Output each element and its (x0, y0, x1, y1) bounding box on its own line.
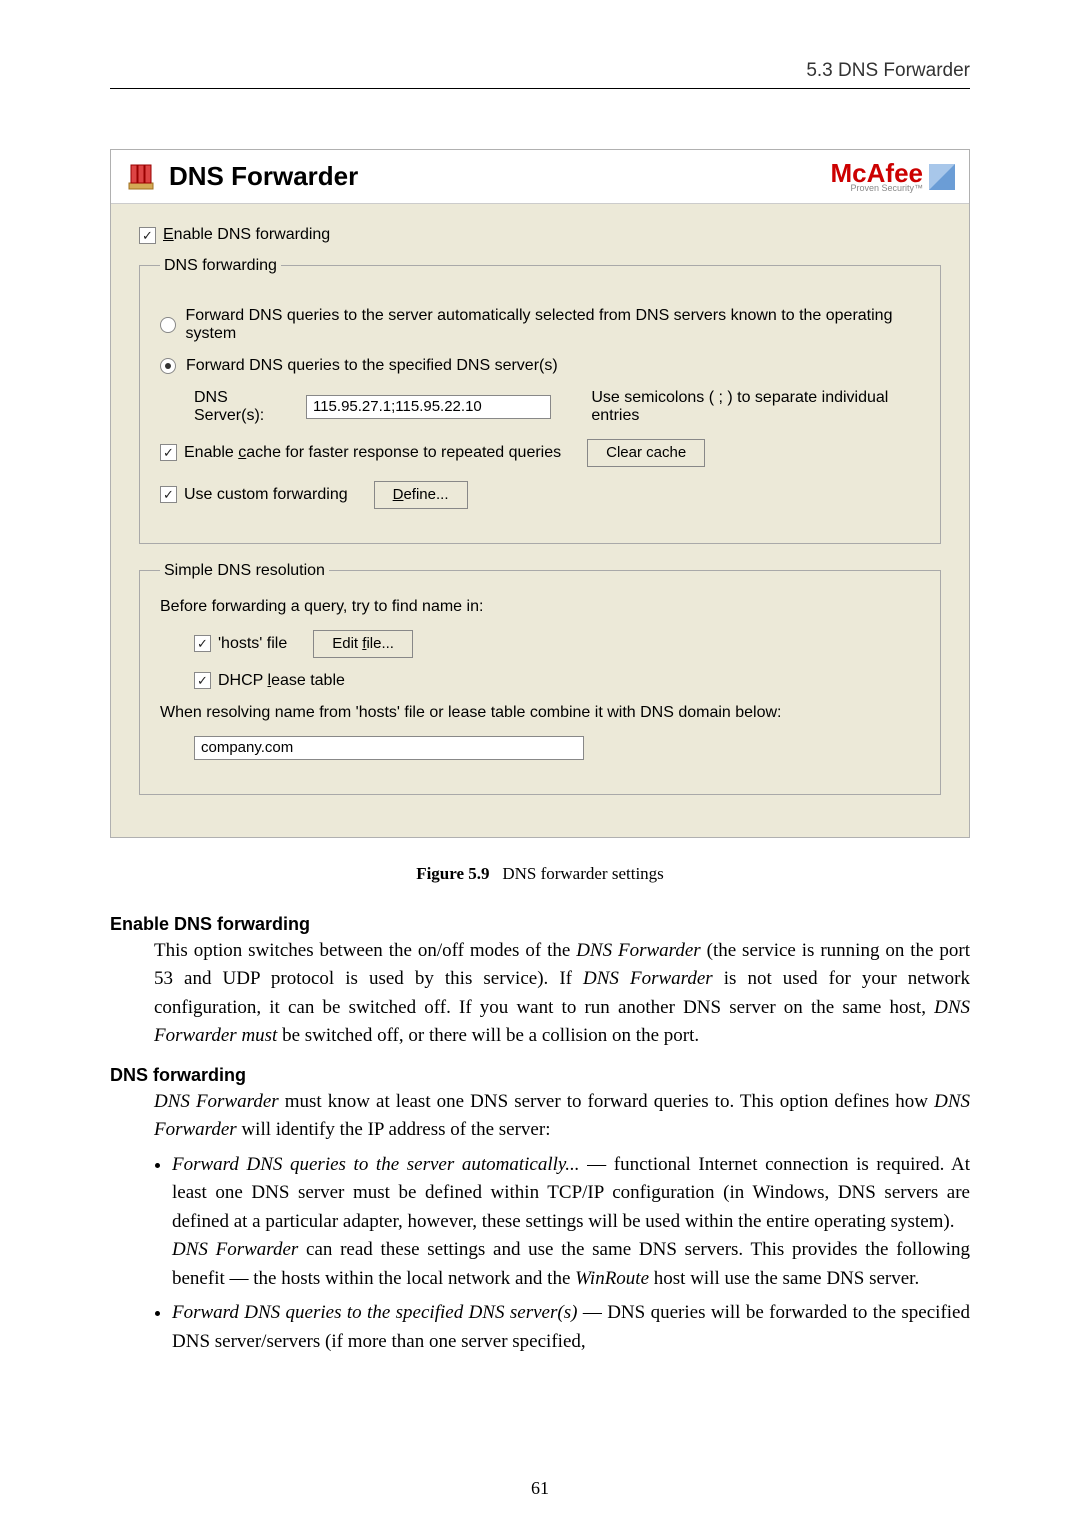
dns-forwarding-group: DNS forwarding Forward DNS queries to th… (139, 257, 941, 544)
custom-forwarding-checkbox[interactable]: ✓ Use custom forwarding (160, 486, 348, 504)
dns-servers-input[interactable] (306, 395, 551, 419)
domain-input[interactable] (194, 736, 584, 760)
enable-cache-label: Enable cache for faster response to repe… (184, 444, 561, 462)
radio-auto-label: Forward DNS queries to the server automa… (186, 307, 921, 343)
dns-servers-hint: Use semicolons ( ; ) to separate individ… (591, 389, 920, 425)
dhcp-lease-checkbox[interactable]: ✓ DHCP lease table (194, 672, 345, 690)
custom-forwarding-label: Use custom forwarding (184, 486, 348, 504)
page-number: 61 (0, 1478, 1080, 1499)
dhcp-lease-label: DHCP lease table (218, 672, 345, 690)
radio-auto[interactable]: Forward DNS queries to the server automa… (160, 307, 920, 343)
enable-cache-checkbox[interactable]: ✓ Enable cache for faster response to re… (160, 444, 561, 462)
hosts-file-label: 'hosts' file (218, 635, 287, 653)
clear-cache-button[interactable]: Clear cache (587, 439, 705, 467)
radio-specified[interactable]: Forward DNS queries to the specified DNS… (160, 357, 920, 375)
brand-corner-icon (929, 164, 955, 190)
enable-dns-checkbox[interactable]: ✓ Enable DNS forwarding (139, 226, 330, 244)
section-header: 5.3 DNS Forwarder (110, 60, 970, 82)
dialog-title: DNS Forwarder (169, 161, 358, 192)
brand-logo: McAfee Proven Security™ (831, 160, 955, 193)
bullet-auto: Forward DNS queries to the server automa… (172, 1151, 970, 1294)
dns-icon (125, 161, 157, 193)
term-enable-dns-body: This option switches between the on/off … (154, 937, 970, 1051)
radio-specified-label: Forward DNS queries to the specified DNS… (186, 357, 558, 375)
dns-forwarder-dialog: DNS Forwarder McAfee Proven Security™ ✓ … (110, 149, 970, 838)
combine-text: When resolving name from 'hosts' file or… (160, 704, 920, 722)
define-button[interactable]: Define... (374, 481, 468, 509)
term-dns-forwarding: DNS forwarding (110, 1065, 970, 1086)
simple-dns-group: Simple DNS resolution Before forwarding … (139, 562, 941, 795)
simple-dns-legend: Simple DNS resolution (160, 562, 329, 580)
enable-dns-label: Enable DNS forwarding (163, 226, 330, 244)
edit-file-button[interactable]: Edit file... (313, 630, 413, 658)
before-forwarding-text: Before forwarding a query, try to find n… (160, 598, 920, 616)
bullet-specified: Forward DNS queries to the specified DNS… (172, 1299, 970, 1356)
dns-forwarding-legend: DNS forwarding (160, 257, 281, 275)
term-enable-dns: Enable DNS forwarding (110, 914, 970, 935)
header-rule (110, 88, 970, 89)
figure-caption: Figure 5.9 DNS forwarder settings (110, 864, 970, 884)
dns-servers-label: DNS Server(s): (194, 389, 296, 425)
term-dns-forwarding-body: DNS Forwarder must know at least one DNS… (154, 1088, 970, 1357)
hosts-file-checkbox[interactable]: ✓ 'hosts' file (194, 635, 287, 653)
dialog-header: DNS Forwarder McAfee Proven Security™ (111, 150, 969, 204)
